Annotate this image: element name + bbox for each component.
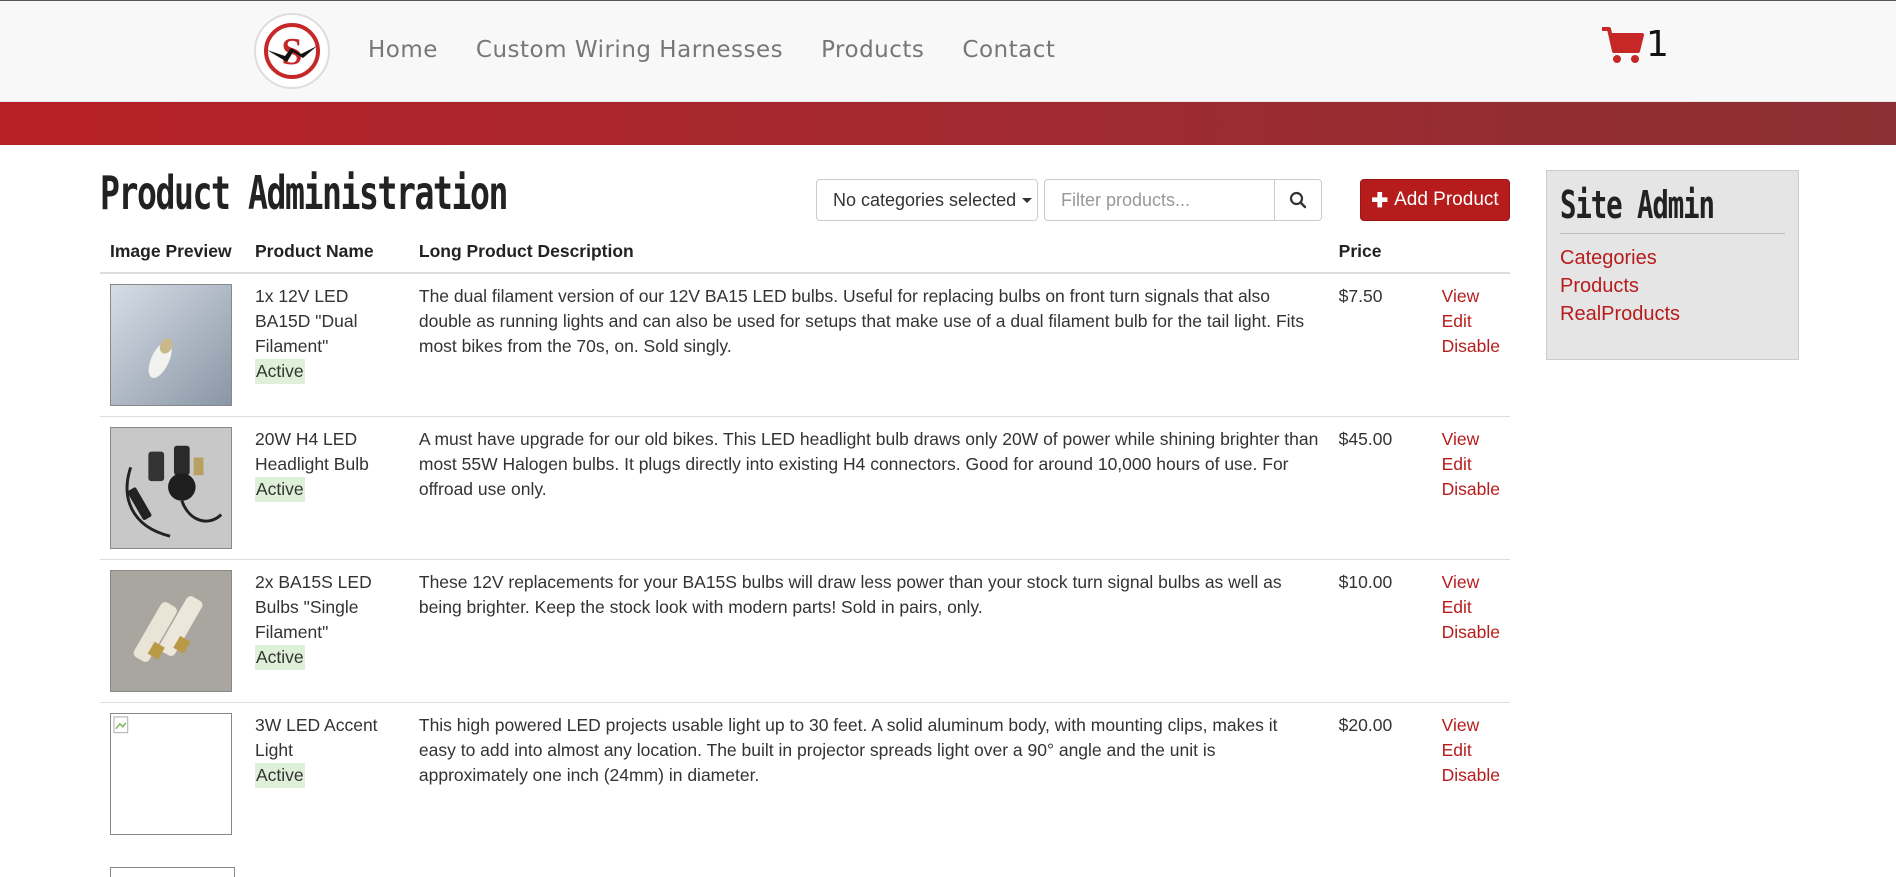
view-link[interactable]: View xyxy=(1442,284,1500,309)
actions-cell: View Edit Disable xyxy=(1431,702,1510,845)
table-header-row: Image Preview Product Name Long Product … xyxy=(100,230,1510,274)
image-cell xyxy=(100,559,245,703)
header-price: Price xyxy=(1328,230,1432,274)
product-image-h4-headlight[interactable] xyxy=(110,427,232,549)
add-product-label: Add Product xyxy=(1394,189,1499,210)
product-name: 3W LED Accent Light xyxy=(254,715,378,760)
product-name: 20W H4 LED Headlight Bulb xyxy=(254,429,369,474)
product-description: The dual filament version of our 12V BA1… xyxy=(408,272,1329,417)
header-banner xyxy=(0,102,1896,145)
header-image-preview: Image Preview xyxy=(100,230,245,274)
admin-link-categories[interactable]: Categories xyxy=(1560,244,1785,272)
image-cell xyxy=(100,702,245,845)
category-filter-dropdown[interactable]: No categories selected xyxy=(816,179,1038,221)
status-badge: Active xyxy=(254,645,305,670)
table-row: 2x BA15S LED Bulbs "Single Filament" Act… xyxy=(100,559,1510,703)
product-price: $20.00 xyxy=(1328,702,1432,845)
logo-icon: S xyxy=(264,23,320,79)
actions-cell: View Edit Disable xyxy=(1431,559,1510,703)
disable-link[interactable]: Disable xyxy=(1442,620,1500,645)
status-badge: Active xyxy=(254,763,305,788)
product-image-ba15s[interactable] xyxy=(110,570,232,692)
broken-image-icon xyxy=(113,716,129,734)
main-nav: Home Custom Wiring Harnesses Products Co… xyxy=(368,37,1055,63)
caret-down-icon xyxy=(1022,197,1033,203)
view-link[interactable]: View xyxy=(1442,570,1500,595)
site-logo[interactable]: S xyxy=(254,13,330,89)
product-name-cell: 3W LED Accent Light Active xyxy=(244,702,409,845)
edit-link[interactable]: Edit xyxy=(1442,309,1500,334)
product-description: A must have upgrade for our old bikes. T… xyxy=(408,416,1329,560)
header-description: Long Product Description xyxy=(408,230,1329,274)
product-price: $7.50 xyxy=(1328,272,1432,417)
edit-link[interactable]: Edit xyxy=(1442,595,1500,620)
site-admin-panel: Site Admin Categories Products RealProdu… xyxy=(1546,170,1799,360)
nav-custom-wiring-harnesses[interactable]: Custom Wiring Harnesses xyxy=(476,37,783,63)
product-image-broken[interactable] xyxy=(110,713,232,835)
disable-link[interactable]: Disable xyxy=(1442,763,1500,788)
plus-icon: ✚ xyxy=(1371,189,1389,212)
product-name: 1x 12V LED BA15D "Dual Filament" xyxy=(254,286,358,356)
view-link[interactable]: View xyxy=(1442,427,1500,452)
product-price: $10.00 xyxy=(1328,559,1432,703)
site-admin-title: Site Admin xyxy=(1560,183,1715,227)
category-filter-label: No categories selected xyxy=(833,189,1017,210)
nav-products[interactable]: Products xyxy=(821,37,924,63)
product-name-cell: 2x BA15S LED Bulbs "Single Filament" Act… xyxy=(244,559,409,703)
image-cell xyxy=(100,272,245,417)
actions-cell: View Edit Disable xyxy=(1431,416,1510,560)
table-row: 1x 12V LED BA15D "Dual Filament" Active … xyxy=(100,272,1510,417)
shopping-cart-icon xyxy=(1602,27,1644,63)
actions-cell: View Edit Disable xyxy=(1431,272,1510,417)
edit-link[interactable]: Edit xyxy=(1442,452,1500,477)
disable-link[interactable]: Disable xyxy=(1442,477,1500,502)
search-button[interactable] xyxy=(1274,179,1322,221)
cart-count: 1 xyxy=(1646,24,1669,65)
page-title: Product Administration xyxy=(100,166,508,220)
site-admin-divider xyxy=(1560,233,1785,234)
status-badge: Active xyxy=(254,359,305,384)
cart-button[interactable]: 1 xyxy=(1600,25,1669,65)
product-description: This high powered LED projects usable li… xyxy=(408,702,1329,845)
admin-link-realproducts[interactable]: RealProducts xyxy=(1560,300,1785,328)
filter-products-input[interactable] xyxy=(1044,179,1274,221)
next-row-image-partial xyxy=(110,867,235,877)
disable-link[interactable]: Disable xyxy=(1442,334,1500,359)
navbar: S Home Custom Wiring Harnesses Products … xyxy=(0,1,1896,102)
view-link[interactable]: View xyxy=(1442,713,1500,738)
header-actions xyxy=(1431,230,1510,274)
product-filter-group xyxy=(1044,179,1322,221)
product-name-cell: 1x 12V LED BA15D "Dual Filament" Active xyxy=(244,272,409,417)
product-image-led-ba15d[interactable] xyxy=(110,284,232,406)
edit-link[interactable]: Edit xyxy=(1442,738,1500,763)
product-name: 2x BA15S LED Bulbs "Single Filament" xyxy=(254,572,372,642)
table-row: 20W H4 LED Headlight Bulb Active A must … xyxy=(100,416,1510,560)
nav-contact[interactable]: Contact xyxy=(962,37,1055,63)
add-product-button[interactable]: ✚ Add Product xyxy=(1360,179,1510,221)
table-row: 3W LED Accent Light Active This high pow… xyxy=(100,702,1510,845)
product-name-cell: 20W H4 LED Headlight Bulb Active xyxy=(244,416,409,560)
admin-link-products[interactable]: Products xyxy=(1560,272,1785,300)
product-price: $45.00 xyxy=(1328,416,1432,560)
status-badge: Active xyxy=(254,477,305,502)
image-cell xyxy=(100,416,245,560)
header-product-name: Product Name xyxy=(244,230,409,274)
product-description: These 12V replacements for your BA15S bu… xyxy=(408,559,1329,703)
nav-home[interactable]: Home xyxy=(368,37,438,63)
search-icon xyxy=(1289,191,1307,209)
products-table: Image Preview Product Name Long Product … xyxy=(100,230,1510,845)
